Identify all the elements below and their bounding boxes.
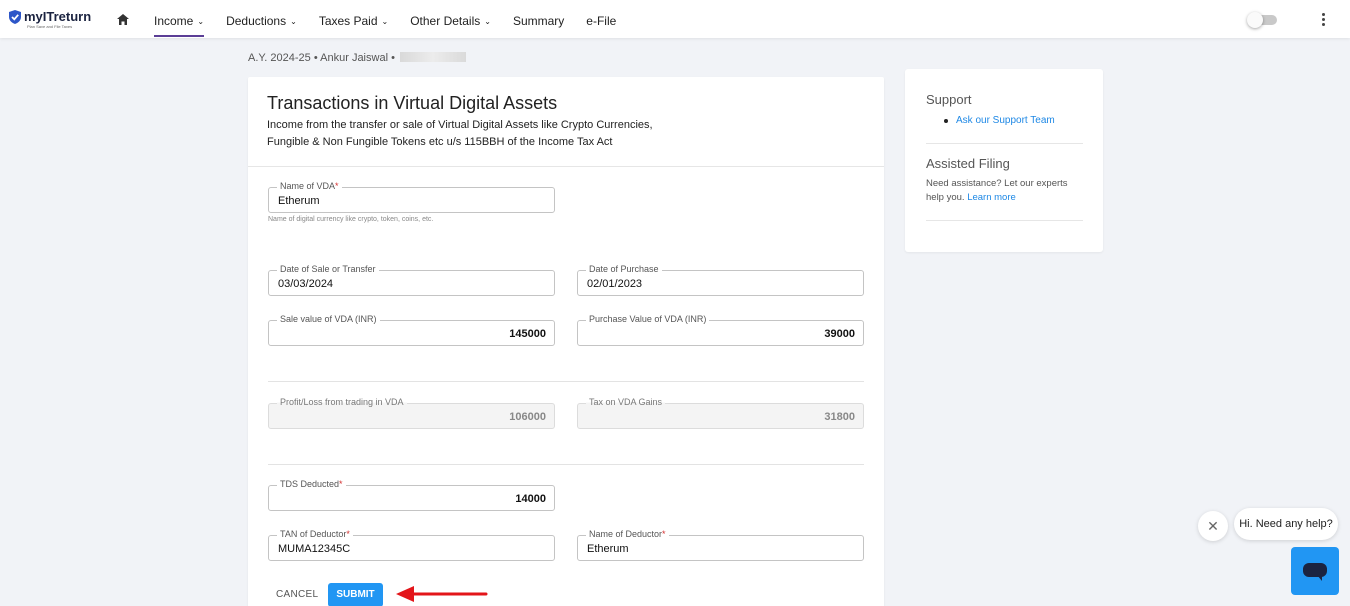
nav-income-label: Income — [154, 14, 194, 28]
purchase-date-value: 02/01/2023 — [587, 278, 643, 290]
red-arrow-annotation — [396, 586, 488, 602]
support-divider — [926, 143, 1083, 144]
brand-tagline: Plan Save and File Taxes — [27, 24, 73, 29]
sale-date-field[interactable]: Date of Sale or Transfer 03/03/2024 — [268, 264, 555, 296]
submit-button[interactable]: SUBMIT — [328, 583, 383, 606]
nav-efile-label: e-File — [586, 14, 617, 28]
brand-logo[interactable]: myITreturn Plan Save and File Taxes — [8, 9, 92, 29]
support-title: Support — [926, 92, 972, 107]
chevron-down-icon: ⌄ — [197, 17, 205, 26]
nav-summary-label: Summary — [512, 14, 565, 28]
home-icon[interactable] — [117, 14, 129, 25]
purchase-value-field[interactable]: Purchase Value of VDA (INR) 39000 — [577, 314, 864, 346]
sale-date-label: Date of Sale or Transfer — [277, 264, 379, 275]
nav-deductions-label: Deductions — [226, 14, 287, 28]
page-title: Transactions in Virtual Digital Assets — [267, 93, 558, 113]
vda-transaction-card: Transactions in Virtual Digital Assets I… — [248, 77, 884, 606]
name-deductor-label: Name of Deductor* — [586, 529, 669, 540]
name-deductor-value: Etherum — [587, 543, 629, 555]
cancel-button[interactable]: CANCEL — [276, 589, 318, 600]
chat-greeting[interactable]: Hi. Need any help? — [1234, 508, 1338, 540]
card-header: Transactions in Virtual Digital Assets I… — [248, 77, 884, 167]
assisted-filing-text: Need assistance? Let our experts help yo… — [926, 177, 1086, 205]
sale-date-value: 03/03/2024 — [278, 278, 334, 290]
chat-launcher-button[interactable] — [1291, 547, 1339, 595]
support-divider — [926, 220, 1083, 221]
assisted-filing-title: Assisted Filing — [926, 156, 1010, 171]
sale-value-value: 145000 — [509, 328, 546, 340]
purchase-value-value: 39000 — [824, 328, 855, 340]
page-subtitle: Income from the transfer or sale of Virt… — [267, 119, 653, 148]
profit-loss-label: Profit/Loss from trading in VDA — [277, 397, 407, 408]
support-panel: Support Ask our Support Team Assisted Fi… — [905, 69, 1103, 252]
nav-efile[interactable]: e-File — [586, 0, 616, 38]
sale-value-label: Sale value of VDA (INR) — [277, 314, 380, 325]
section-divider — [268, 381, 864, 382]
vda-name-value: Etherum — [278, 195, 320, 207]
tax-on-gains-field: Tax on VDA Gains 31800 — [577, 397, 864, 429]
name-deductor-field[interactable]: Name of Deductor* Etherum — [577, 529, 864, 561]
support-team-link[interactable]: Ask our Support Team — [956, 115, 1055, 126]
vda-name-label: Name of VDA* — [277, 181, 342, 192]
section-divider — [268, 464, 864, 465]
chevron-down-icon: ⌄ — [290, 17, 297, 26]
tax-on-gains-value: 31800 — [824, 411, 855, 423]
top-navbar: myITreturn Plan Save and File Taxes Inco… — [0, 0, 1350, 38]
chevron-down-icon: ⌄ — [381, 17, 389, 26]
chevron-down-icon: ⌄ — [484, 17, 491, 26]
nav-deductions[interactable]: Deductions ⌄ — [226, 0, 297, 38]
main-nav: Income ⌄ Deductions ⌄ Taxes Paid ⌄ Other De… — [154, 0, 638, 38]
tax-on-gains-label: Tax on VDA Gains — [586, 397, 666, 408]
purchase-date-field[interactable]: Date of Purchase 02/01/2023 — [577, 264, 864, 296]
chat-close-icon[interactable]: ✕ — [1198, 511, 1228, 541]
tan-deductor-label: TAN of Deductor* — [277, 529, 353, 540]
nav-other-details-label: Other Details — [410, 14, 481, 28]
vda-name-helper: Name of digital currency like crypto, to… — [268, 216, 434, 223]
pan-redacted — [399, 52, 466, 62]
more-menu-icon[interactable] — [1319, 13, 1327, 27]
tan-deductor-value: MUMA12345C — [278, 543, 351, 555]
nav-summary[interactable]: Summary — [513, 0, 564, 38]
brand-name: myITreturn — [24, 9, 92, 24]
bullet — [944, 119, 948, 123]
tds-deducted-label: TDS Deducted* — [277, 479, 346, 490]
nav-taxes-paid[interactable]: Taxes Paid ⌄ — [319, 0, 388, 38]
assessment-info: A.Y. 2024-25 • Ankur Jaiswal • — [248, 52, 466, 64]
purchase-date-label: Date of Purchase — [586, 264, 662, 275]
learn-more-link[interactable]: Learn more — [967, 192, 1016, 203]
purchase-value-label: Purchase Value of VDA (INR) — [586, 314, 710, 325]
chat-icon — [1303, 563, 1327, 581]
assessment-year-user: A.Y. 2024-25 • Ankur Jaiswal • — [248, 52, 395, 64]
vda-name-field[interactable]: Name of VDA* Etherum — [268, 181, 555, 213]
theme-toggle[interactable] — [1247, 12, 1277, 28]
shield-check-icon — [9, 10, 21, 24]
nav-income[interactable]: Income ⌄ — [154, 0, 205, 38]
nav-other-details[interactable]: Other Details ⌄ — [410, 0, 491, 38]
toggle-knob — [1247, 12, 1263, 28]
profit-loss-value: 106000 — [509, 411, 546, 423]
tds-deducted-field[interactable]: TDS Deducted* 14000 — [268, 479, 555, 511]
tan-deductor-field[interactable]: TAN of Deductor* MUMA12345C — [268, 529, 555, 561]
tds-deducted-value: 14000 — [515, 493, 546, 505]
profit-loss-field: Profit/Loss from trading in VDA 106000 — [268, 397, 555, 429]
nav-taxes-paid-label: Taxes Paid — [318, 14, 378, 28]
sale-value-field[interactable]: Sale value of VDA (INR) 145000 — [268, 314, 555, 346]
